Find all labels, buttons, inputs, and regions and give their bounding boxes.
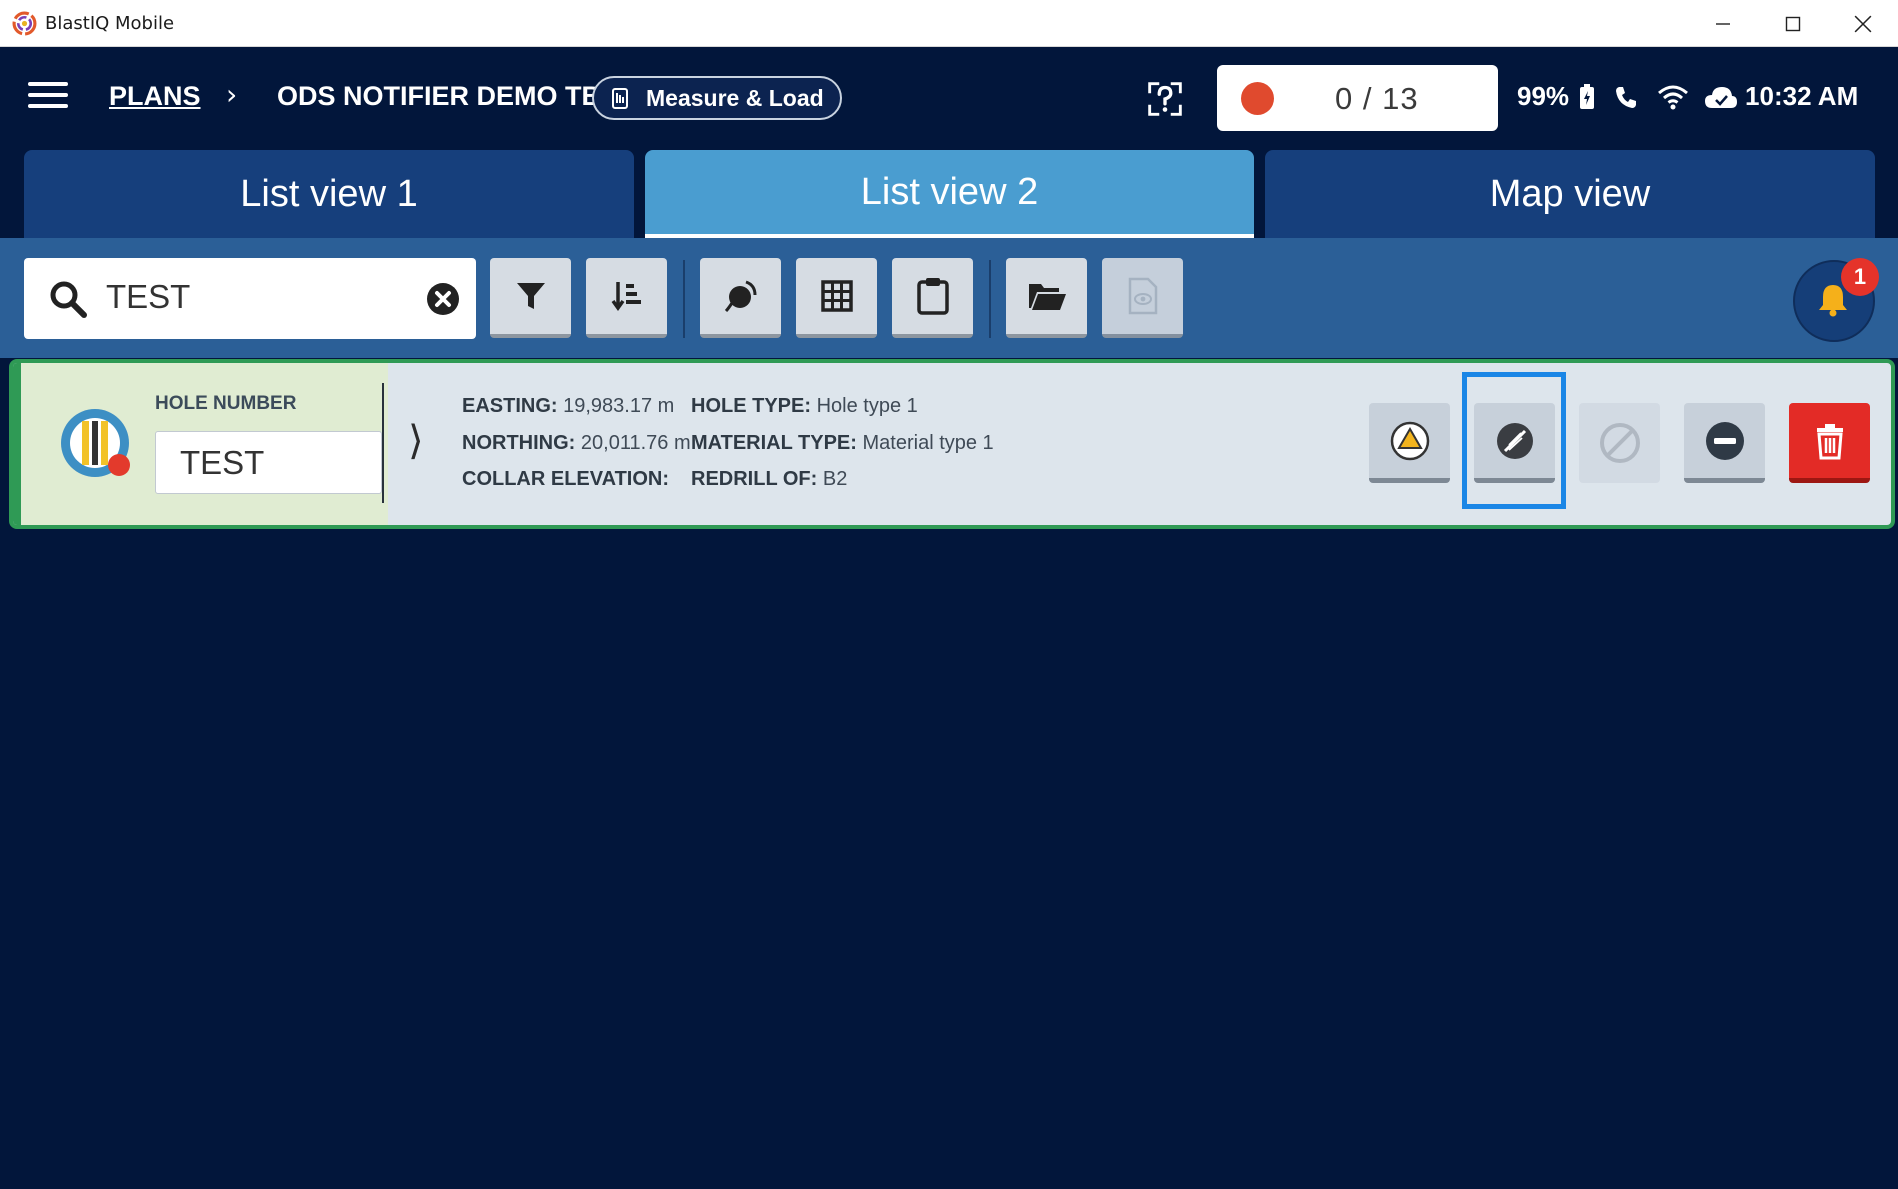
marker-button[interactable]: [700, 258, 781, 338]
notifications-button[interactable]: 1: [1793, 258, 1879, 342]
battery-percent: 99%: [1517, 81, 1570, 111]
notification-count-badge: 1: [1841, 258, 1879, 296]
search-value: TEST: [106, 278, 191, 315]
flag-hole-button[interactable]: [1369, 403, 1450, 483]
mode-badge[interactable]: Measure & Load: [592, 76, 842, 120]
search-input[interactable]: TEST: [24, 258, 476, 339]
expand-chevron-icon[interactable]: ⟩: [408, 418, 424, 464]
maximize-button[interactable]: [1758, 0, 1828, 47]
minimize-button[interactable]: [1688, 0, 1758, 47]
breadcrumb-separator: ›: [226, 78, 238, 111]
minimize-icon: [1716, 22, 1730, 25]
app-header: PLANS › ODS NOTIFIER DEMO TB Measure & L…: [0, 48, 1898, 148]
folder-open-icon: [1028, 284, 1066, 310]
collar-elevation-field: COLLAR ELEVATION:: [462, 468, 670, 490]
phone-icon: [1616, 86, 1637, 108]
prohibited-icon: [1599, 423, 1640, 463]
tab-label: List view 1: [240, 172, 418, 215]
battery-charging-icon: [1580, 83, 1595, 109]
grid-button[interactable]: [796, 258, 877, 338]
close-window-button[interactable]: [1828, 0, 1898, 47]
breadcrumb-plans-link[interactable]: PLANS: [109, 81, 201, 112]
window-titlebar: BlastIQ Mobile: [0, 0, 1898, 47]
clipboard-icon: [916, 278, 949, 315]
redrill-field: REDRILL OF: B2: [691, 468, 848, 490]
window-title: BlastIQ Mobile: [45, 13, 175, 34]
record-status-icon: [1241, 82, 1274, 115]
menu-button[interactable]: [28, 82, 68, 114]
status-strip: [13, 363, 21, 525]
clock-time: 10:32 AM: [1745, 81, 1859, 111]
tab-map-view[interactable]: Map view: [1265, 150, 1875, 238]
maximize-icon: [1785, 16, 1801, 31]
status-bar: 99% 10:32 AM: [1517, 81, 1858, 112]
breadcrumb-current-plan: ODS NOTIFIER DEMO TB: [277, 81, 601, 111]
app-logo-icon: [12, 11, 37, 36]
progress-count: 0 / 13: [1335, 81, 1419, 116]
northing-field: NORTHING: 20,011.76 m: [462, 432, 691, 454]
document-view-icon: [1128, 277, 1157, 315]
warning-cone-icon: [1390, 421, 1429, 460]
progress-counter[interactable]: 0 / 13: [1217, 65, 1498, 131]
filter-icon: [516, 283, 545, 309]
wifi-icon: [1658, 85, 1689, 109]
selection-highlight: [1462, 372, 1566, 509]
hole-number-label: HOLE NUMBER: [155, 393, 297, 414]
block-hole-button[interactable]: [1579, 403, 1660, 483]
remove-hole-button[interactable]: [1684, 403, 1765, 483]
close-icon: [1854, 15, 1872, 32]
tab-list-view-1[interactable]: List view 1: [24, 150, 634, 238]
hole-number-field[interactable]: TEST: [155, 431, 382, 494]
delete-hole-button[interactable]: [1789, 403, 1870, 483]
hole-status-icon: [61, 409, 130, 477]
sort-icon: [611, 282, 641, 312]
list-toolbar: TEST 1: [0, 238, 1898, 358]
menu-icon: [28, 82, 68, 86]
material-type-field: MATERIAL TYPE: Material type 1: [691, 432, 994, 454]
search-icon: [50, 281, 87, 318]
hole-card[interactable]: HOLE NUMBER TEST ⟩ EASTING: 19,983.17 m …: [9, 359, 1895, 529]
grid-icon: [820, 280, 853, 312]
view-document-button[interactable]: [1102, 258, 1183, 338]
toolbar-divider: [989, 260, 991, 338]
mode-label: Measure & Load: [646, 84, 824, 111]
cloud-sync-icon: [1705, 86, 1738, 108]
help-icon[interactable]: [1142, 76, 1188, 122]
tab-label: Map view: [1489, 172, 1651, 215]
toolbar-divider: [683, 260, 685, 338]
tab-list-view-2[interactable]: List view 2: [645, 150, 1254, 238]
tab-label: List view 2: [860, 170, 1039, 213]
card-divider: [382, 383, 384, 503]
trash-icon: [1816, 423, 1843, 459]
easting-field: EASTING: 19,983.17 m: [462, 395, 675, 417]
hole-type-field: HOLE TYPE: Hole type 1: [691, 395, 918, 417]
sort-button[interactable]: [586, 258, 667, 338]
measure-load-icon: [612, 88, 628, 109]
open-folder-button[interactable]: [1006, 258, 1087, 338]
filter-button[interactable]: [490, 258, 571, 338]
minus-circle-icon: [1705, 421, 1744, 460]
clear-search-icon[interactable]: [426, 282, 460, 316]
clipboard-button[interactable]: [892, 258, 973, 338]
marker-icon: [724, 280, 756, 313]
